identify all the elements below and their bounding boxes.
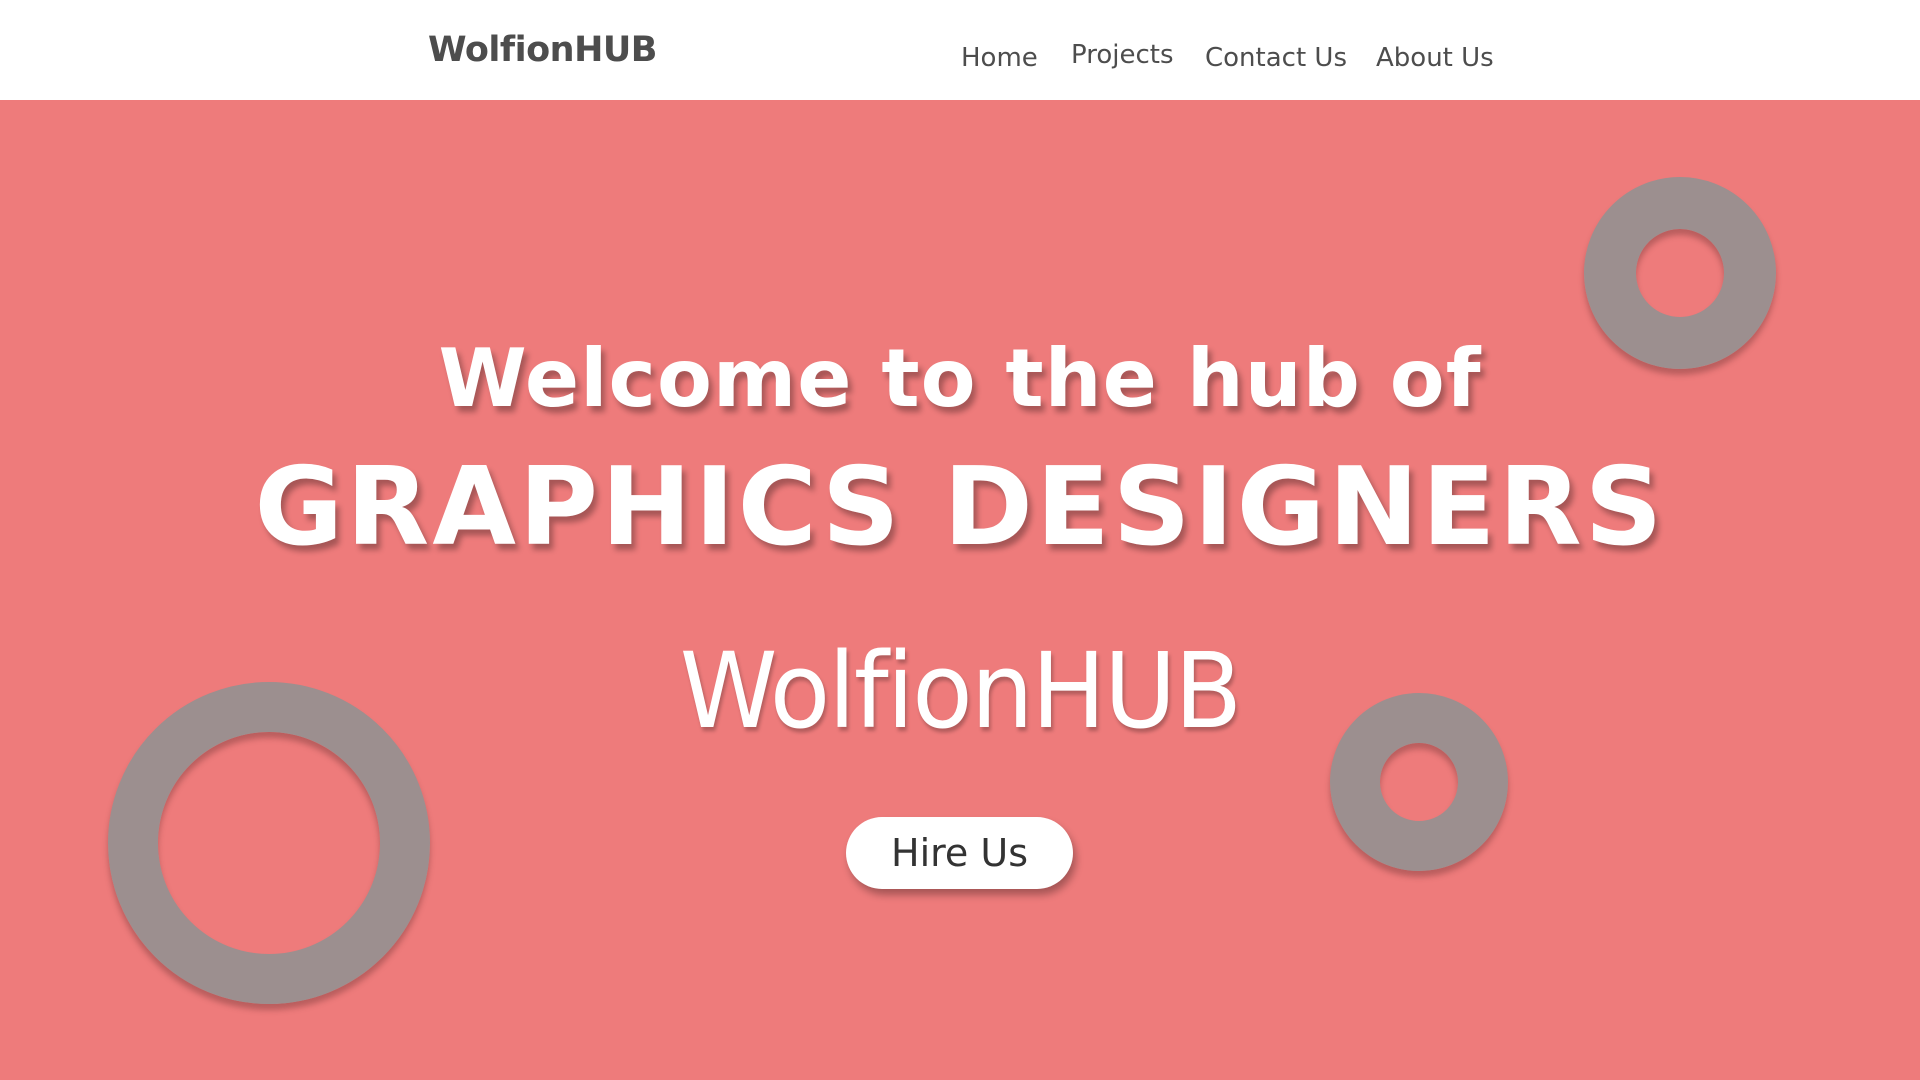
nav-about-link[interactable]: About Us	[1376, 43, 1494, 73]
nav-home-link[interactable]: Home	[961, 43, 1038, 73]
hero-section: Welcome to the hub of GRAPHICS DESIGNERS…	[0, 100, 1920, 1080]
hero-welcome-text: Welcome to the hub of	[438, 332, 1482, 425]
nav-projects-link[interactable]: Projects	[1071, 40, 1174, 70]
hero-wordmark: WolfionHUB	[679, 630, 1242, 752]
brand-logo[interactable]: WolfionHUB	[428, 30, 657, 70]
top-navigation-bar: WolfionHUB Home Projects Contact Us Abou…	[0, 0, 1920, 100]
nav-contact-link[interactable]: Contact Us	[1205, 43, 1347, 73]
hire-us-button[interactable]: Hire Us	[846, 817, 1073, 889]
hero-headline: GRAPHICS DESIGNERS	[254, 445, 1666, 570]
